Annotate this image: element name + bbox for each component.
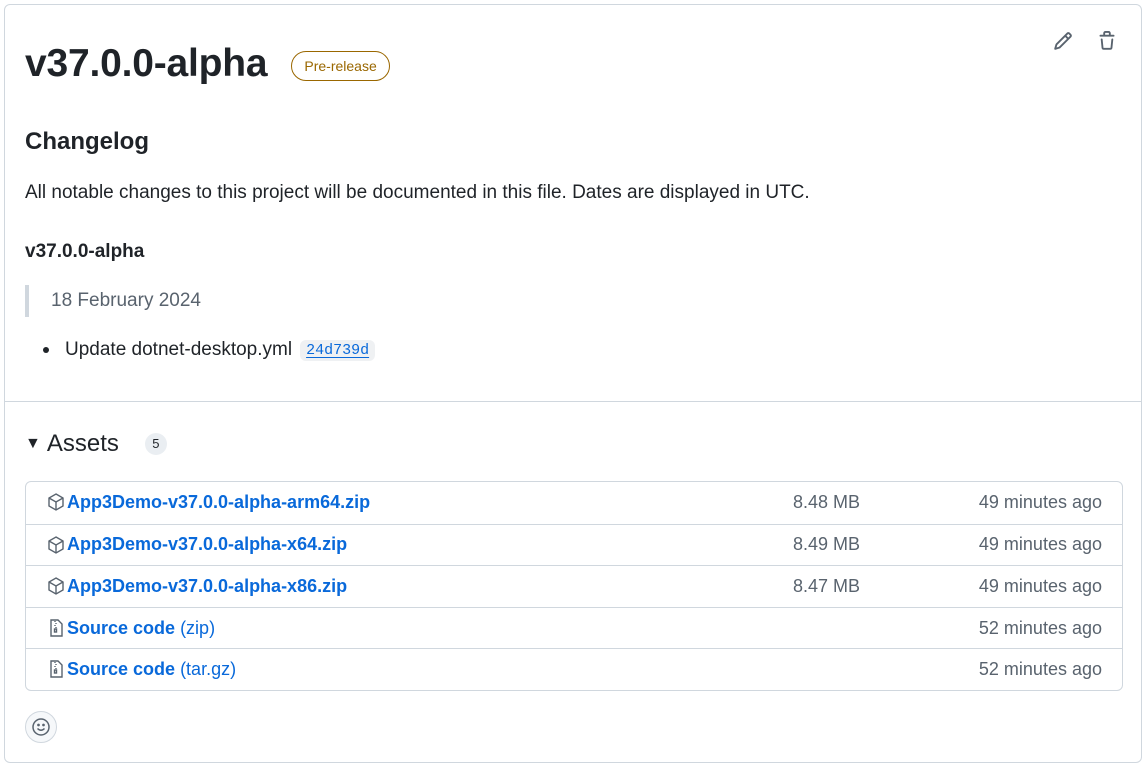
change-list: Update dotnet-desktop.yml 24d739d [43,339,376,361]
asset-link[interactable]: Source code (zip) [67,618,215,639]
release-card: v37.0.0-alpha Pre-release Changelog All … [4,4,1142,763]
edit-release-button[interactable] [1051,29,1075,53]
package-icon [46,492,66,512]
asset-size: 8.47 MB [792,575,860,596]
assets-toggle[interactable]: ▼ Assets 5 [25,430,167,458]
divider [5,401,1141,402]
list-item: Update dotnet-desktop.yml 24d739d [43,339,376,361]
asset-time: 49 minutes ago [978,534,1102,555]
asset-name: Source code [67,659,176,680]
asset-time: 49 minutes ago [978,575,1102,596]
package-icon [46,535,66,555]
assets-title: Assets [46,430,119,457]
asset-row: Source code (tar.gz) 52 minutes ago [26,648,1122,690]
release-date-quote: 18 February 2024 [25,285,201,317]
asset-name: Source code [67,617,176,638]
release-actions [1051,29,1119,53]
change-text: Update dotnet-desktop.yml [65,339,293,360]
asset-name: App3Demo-v37.0.0-alpha-x86.zip [67,575,348,596]
asset-suffix: (zip) [180,617,216,638]
assets-count-badge: 5 [144,433,167,455]
asset-link[interactable]: App3Demo-v37.0.0-alpha-arm64.zip [67,492,370,513]
changelog-intro: All notable changes to this project will… [25,182,810,203]
asset-row: App3Demo-v37.0.0-alpha-x64.zip 8.49 MB 4… [26,523,1122,566]
asset-time: 49 minutes ago [978,492,1102,513]
asset-link[interactable]: App3Demo-v37.0.0-alpha-x86.zip [67,576,347,597]
asset-time: 52 minutes ago [978,617,1102,638]
bullet-icon [43,347,49,353]
release-title[interactable]: v37.0.0-alpha [25,35,268,93]
release-header: v37.0.0-alpha Pre-release [25,35,390,93]
smiley-icon [32,718,50,736]
trash-icon [1099,31,1115,50]
triangle-down-icon: ▼ [25,435,41,452]
asset-name: App3Demo-v37.0.0-alpha-arm64.zip [67,492,371,513]
assets-list: App3Demo-v37.0.0-alpha-arm64.zip 8.48 MB… [25,481,1123,691]
asset-name: App3Demo-v37.0.0-alpha-x64.zip [67,534,348,555]
asset-link[interactable]: App3Demo-v37.0.0-alpha-x64.zip [67,534,347,555]
prerelease-badge: Pre-release [291,51,390,81]
changelog-heading: Changelog [25,128,149,155]
package-icon [46,576,66,596]
asset-row: App3Demo-v37.0.0-alpha-x86.zip 8.47 MB 4… [26,565,1122,607]
asset-suffix: (tar.gz) [180,659,237,680]
asset-time: 52 minutes ago [978,659,1102,680]
commit-sha-link[interactable]: 24d739d [300,339,376,361]
asset-size: 8.49 MB [792,534,860,555]
asset-row: App3Demo-v37.0.0-alpha-arm64.zip 8.48 MB… [26,482,1122,524]
file-zip-icon [46,618,66,638]
asset-size: 8.48 MB [792,492,860,513]
file-zip-icon [46,659,66,679]
asset-row: Source code (zip) 52 minutes ago [26,606,1122,649]
add-reaction-button[interactable] [25,711,57,743]
asset-link[interactable]: Source code (tar.gz) [67,659,236,680]
version-heading: v37.0.0-alpha [25,241,145,262]
delete-release-button[interactable] [1095,29,1119,53]
pencil-icon [1054,32,1072,50]
